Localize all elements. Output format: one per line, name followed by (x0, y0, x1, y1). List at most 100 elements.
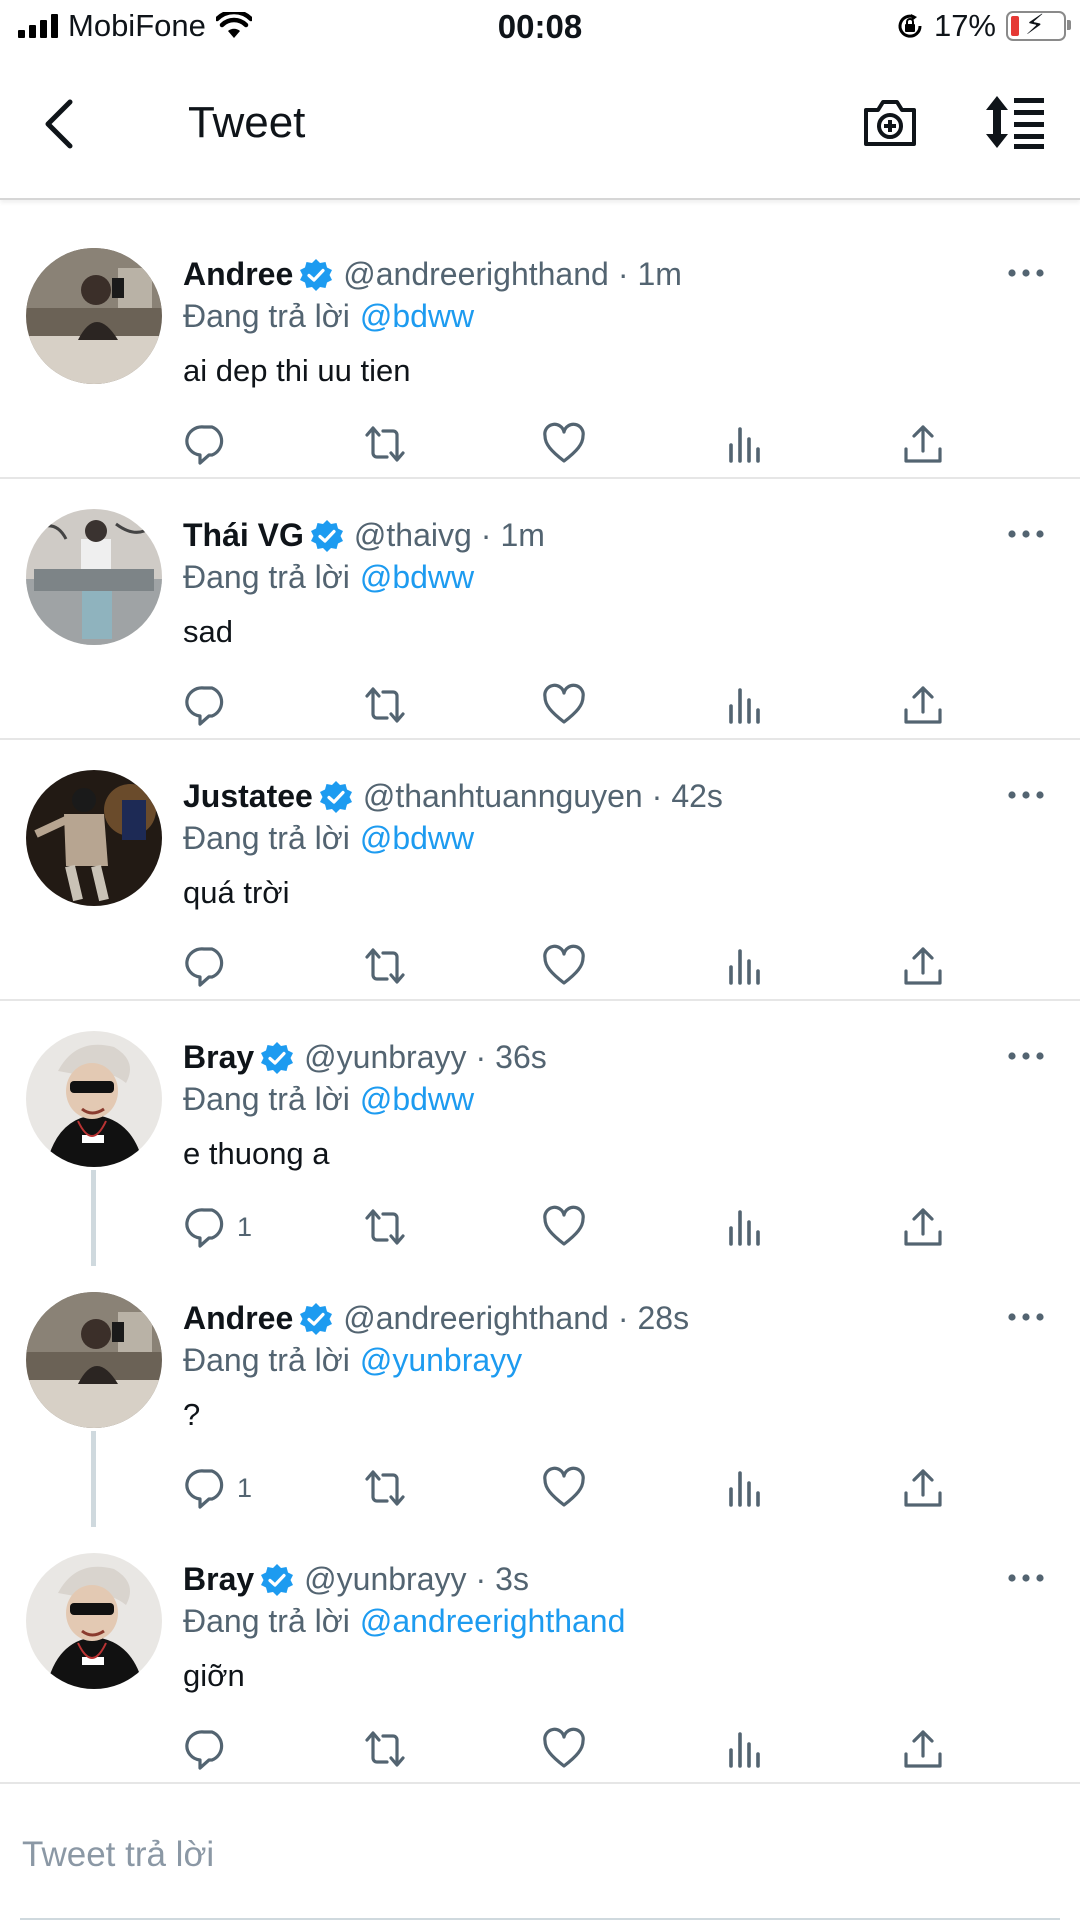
replying-to: Đang trả lời @bdww (183, 559, 474, 596)
tweet-text: ai dep thi uu tien (183, 353, 411, 388)
tweet-time: 42s (671, 778, 723, 814)
more-options-icon[interactable] (1006, 1049, 1046, 1063)
reply-icon[interactable] (185, 1465, 231, 1511)
tweet-actions (0, 682, 1080, 728)
reply-icon[interactable] (185, 421, 231, 467)
author-handle[interactable]: @thaivg (354, 517, 472, 554)
status-right: 17% ⚡ (896, 8, 1071, 44)
author-handle[interactable]: @yunbrayy (304, 1039, 466, 1076)
like-icon[interactable] (541, 1465, 587, 1511)
tweet-reply[interactable]: Bray @yunbrayy · 36s Đang trả lời @bdww e… (0, 999, 1080, 1260)
tweet-header: Thái VG @thaivg · 1m (183, 517, 545, 554)
like-icon[interactable] (541, 421, 587, 467)
more-options-icon[interactable] (1006, 1310, 1046, 1324)
retweet-icon[interactable] (362, 943, 408, 989)
reply-to-handle[interactable]: @bdww (360, 1081, 474, 1117)
analytics-icon[interactable] (722, 1465, 768, 1511)
sort-arrows-icon[interactable] (984, 94, 1048, 150)
verified-badge-icon (310, 519, 344, 553)
analytics-icon[interactable] (722, 1726, 768, 1772)
reply-to-handle[interactable]: @yunbrayy (360, 1342, 522, 1378)
retweet-icon[interactable] (362, 1204, 408, 1250)
share-icon[interactable] (900, 943, 946, 989)
retweet-icon[interactable] (362, 421, 408, 467)
separator-dot: · (475, 1039, 487, 1075)
retweet-icon[interactable] (362, 1465, 408, 1511)
author-name[interactable]: Bray (183, 1039, 254, 1076)
separator-dot: · (480, 517, 492, 553)
reply-icon[interactable] (185, 682, 231, 728)
reply-count: 1 (237, 1473, 253, 1503)
camera-plus-icon[interactable] (862, 94, 918, 150)
author-handle[interactable]: @andreerighthand (343, 1300, 609, 1337)
like-icon[interactable] (541, 682, 587, 728)
replying-label: Đang trả lời (183, 298, 350, 334)
reply-icon[interactable] (185, 943, 231, 989)
tweet-reply[interactable]: Justatee @thanhtuannguyen · 42s Đang trả… (0, 738, 1080, 1001)
like-icon[interactable] (541, 1726, 587, 1772)
reply-icon[interactable] (185, 1204, 231, 1250)
tweet-actions: 1 (0, 1465, 1080, 1511)
replying-to: Đang trả lời @andreerighthand (183, 1603, 625, 1640)
author-name[interactable]: Andree (183, 1300, 293, 1337)
tweet-header: Andree @andreerighthand · 1m (183, 256, 682, 293)
reply-icon[interactable] (185, 1726, 231, 1772)
author-handle[interactable]: @andreerighthand (343, 256, 609, 293)
author-handle[interactable]: @yunbrayy (304, 1561, 466, 1598)
analytics-icon[interactable] (722, 421, 768, 467)
separator-dot: · (475, 1561, 487, 1597)
reply-input[interactable] (20, 1824, 1024, 1886)
share-icon[interactable] (900, 1465, 946, 1511)
tweet-actions (0, 943, 1080, 989)
replying-label: Đang trả lời (183, 1081, 350, 1117)
reply-to-handle[interactable]: @bdww (360, 298, 474, 334)
tweet-header: Justatee @thanhtuannguyen · 42s (183, 778, 723, 815)
analytics-icon[interactable] (722, 1204, 768, 1250)
avatar[interactable] (26, 1292, 162, 1428)
replying-to: Đang trả lời @bdww (183, 298, 474, 335)
tweet-reply[interactable]: Andree @andreerighthand · 28s Đang trả l… (0, 1260, 1080, 1521)
avatar[interactable] (26, 770, 162, 906)
share-icon[interactable] (900, 421, 946, 467)
share-icon[interactable] (900, 682, 946, 728)
share-icon[interactable] (900, 1204, 946, 1250)
tweet-reply[interactable]: Bray @yunbrayy · 3s Đang trả lời @andreer… (0, 1521, 1080, 1782)
author-handle[interactable]: @thanhtuannguyen (363, 778, 643, 815)
more-options-icon[interactable] (1006, 266, 1046, 280)
analytics-icon[interactable] (722, 943, 768, 989)
like-icon[interactable] (541, 1204, 587, 1250)
share-icon[interactable] (900, 1726, 946, 1772)
tweet-time: 1m (637, 256, 682, 292)
more-options-icon[interactable] (1006, 788, 1046, 802)
author-name[interactable]: Thái VG (183, 517, 304, 554)
replying-label: Đang trả lời (183, 1342, 350, 1378)
back-chevron-icon[interactable] (36, 94, 86, 154)
reply-to-handle[interactable]: @bdww (360, 559, 474, 595)
retweet-icon[interactable] (362, 1726, 408, 1772)
like-icon[interactable] (541, 943, 587, 989)
page-title: Tweet (188, 98, 306, 147)
author-name[interactable]: Bray (183, 1561, 254, 1598)
reply-to-handle[interactable]: @bdww (360, 820, 474, 856)
tweet-text: ? (183, 1397, 201, 1432)
retweet-icon[interactable] (362, 682, 408, 728)
more-options-icon[interactable] (1006, 1571, 1046, 1585)
avatar[interactable] (26, 248, 162, 384)
analytics-icon[interactable] (722, 682, 768, 728)
tweet-actions (0, 421, 1080, 467)
tweet-reply[interactable]: Andree @andreerighthand · 1m Đang trả lờ… (0, 216, 1080, 479)
avatar[interactable] (26, 509, 162, 645)
reply-to-handle[interactable]: @andreerighthand (360, 1603, 626, 1639)
separator-dot: · (617, 256, 629, 292)
author-name[interactable]: Justatee (183, 778, 313, 815)
replying-to: Đang trả lời @bdww (183, 820, 474, 857)
author-name[interactable]: Andree (183, 256, 293, 293)
tweet-header: Bray @yunbrayy · 36s (183, 1039, 547, 1076)
reply-count: 1 (237, 1212, 253, 1242)
more-options-icon[interactable] (1006, 527, 1046, 541)
avatar[interactable] (26, 1031, 162, 1167)
orientation-lock-icon (898, 14, 922, 38)
avatar[interactable] (26, 1553, 162, 1689)
tweet-time: 28s (637, 1300, 690, 1336)
tweet-reply[interactable]: Thái VG @thaivg · 1m Đang trả lời @bdww s… (0, 477, 1080, 740)
